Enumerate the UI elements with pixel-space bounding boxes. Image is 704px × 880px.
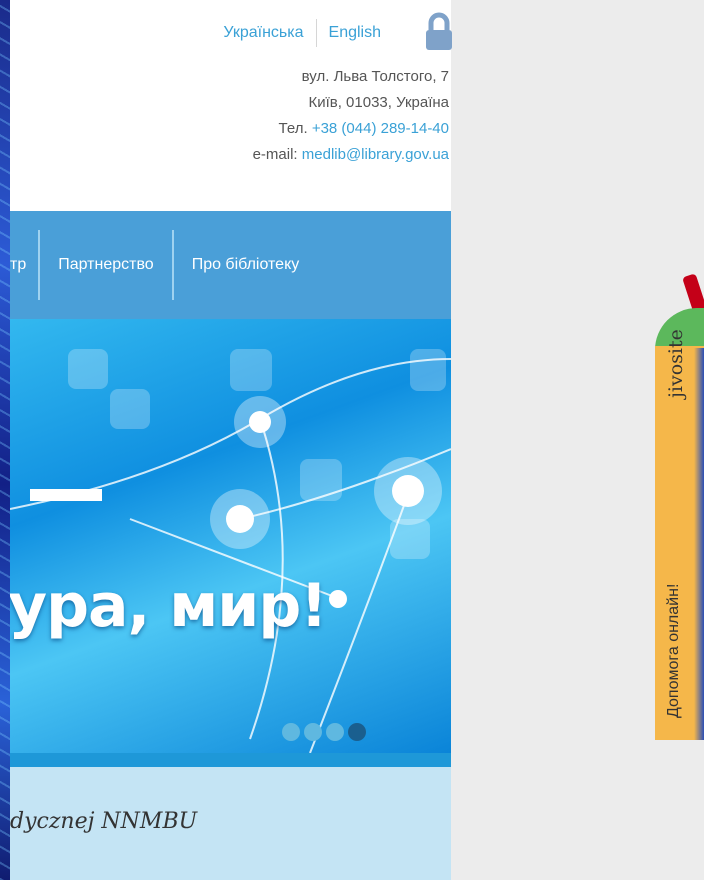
lock-icon[interactable] [424, 12, 454, 52]
banner-dash [30, 489, 102, 501]
slider-dots [282, 723, 366, 741]
slider-dot[interactable] [282, 723, 300, 741]
chat-widget-edge [694, 348, 704, 740]
chat-brand: jivosite [665, 329, 687, 398]
banner-bottom-stripe [10, 753, 451, 767]
hero-banner[interactable]: ура, мир! [10, 319, 451, 753]
banner-headline: ура, мир! [10, 571, 328, 641]
address-line-2: Київ, 01033, Україна [308, 94, 449, 111]
page-column: Українська English вул. Льва Толстого, 7… [10, 0, 454, 880]
main-nav: тр Партнерство Про бібліотеку [10, 211, 451, 319]
lang-ukrainian[interactable]: Українська [211, 24, 315, 42]
background-left-strip [0, 0, 10, 880]
nav-item-partnership[interactable]: Партнерство [40, 230, 171, 300]
phone-line: Тел. +38 (044) 289-14-40 [253, 116, 449, 142]
slider-dot-active[interactable] [348, 723, 366, 741]
phone-label: Тел. [278, 120, 308, 137]
info-text: dycznej NNMBU [10, 809, 198, 834]
email-link[interactable]: medlib@library.gov.ua [302, 146, 449, 163]
address-line-1: вул. Льва Толстого, 7 [301, 68, 449, 85]
email-label: e-mail: [252, 146, 298, 163]
contacts-block: вул. Льва Толстого, 7 Київ, 01033, Украї… [253, 64, 449, 168]
banner-network-graphic [10, 349, 451, 753]
phone-link[interactable]: +38 (044) 289-14-40 [312, 120, 449, 137]
chat-label[interactable]: Допомога онлайн! [665, 584, 683, 718]
email-line: e-mail: medlib@library.gov.ua [253, 142, 449, 168]
chat-widget[interactable]: jivosite Допомога онлайн! [655, 273, 704, 740]
language-bar: Українська English [211, 18, 393, 48]
info-band: dycznej NNMBU [10, 767, 451, 880]
nav-item-partial[interactable]: тр [10, 230, 38, 300]
slider-dot[interactable] [304, 723, 322, 741]
lang-english[interactable]: English [317, 24, 393, 42]
nav-item-about[interactable]: Про бібліотеку [174, 230, 318, 300]
slider-dot[interactable] [326, 723, 344, 741]
